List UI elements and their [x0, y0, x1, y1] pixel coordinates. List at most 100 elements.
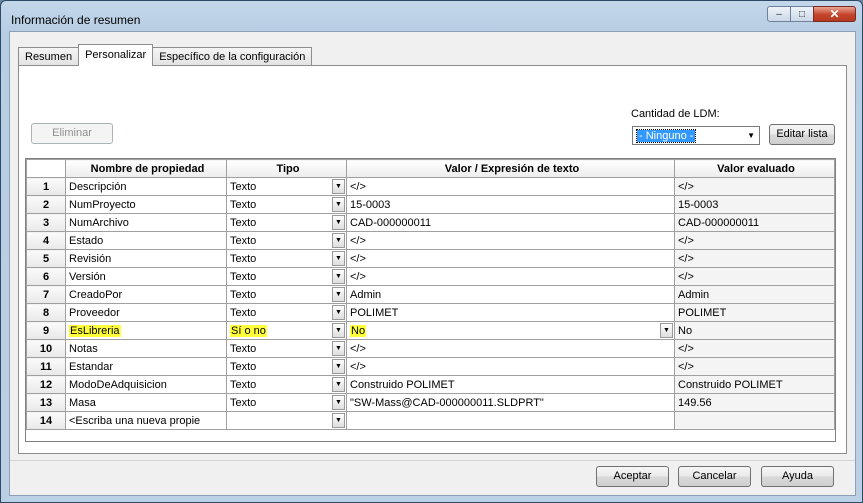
- property-type-select[interactable]: Texto ▼: [226, 357, 347, 376]
- property-name-cell[interactable]: NumProyecto: [65, 195, 227, 214]
- property-name-cell[interactable]: ModoDeAdquisicion: [65, 375, 227, 394]
- property-value-cell[interactable]: </>: [346, 249, 675, 268]
- table-row[interactable]: 6 Versión Texto ▼ </> </>: [26, 267, 835, 286]
- bom-quantity-select[interactable]: - Ninguno - ▼: [632, 126, 760, 145]
- table-row[interactable]: 5 Revisión Texto ▼ </> </>: [26, 249, 835, 268]
- row-number[interactable]: 14: [26, 411, 66, 430]
- property-value-cell[interactable]: Admin: [346, 285, 675, 304]
- property-name-cell[interactable]: NumArchivo: [65, 213, 227, 232]
- row-number[interactable]: 2: [26, 195, 66, 214]
- property-name-cell[interactable]: Estado: [65, 231, 227, 250]
- property-value-cell[interactable]: No ▼: [346, 321, 675, 340]
- row-number[interactable]: 3: [26, 213, 66, 232]
- chevron-down-icon[interactable]: ▼: [332, 287, 345, 302]
- property-type-select[interactable]: ▼: [226, 411, 347, 430]
- property-type-select[interactable]: Sí o no ▼: [226, 321, 347, 340]
- row-number[interactable]: 9: [26, 321, 66, 340]
- row-number[interactable]: 13: [26, 393, 66, 412]
- row-number[interactable]: 8: [26, 303, 66, 322]
- table-row[interactable]: 8 Proveedor Texto ▼ POLIMET POLIMET: [26, 303, 835, 322]
- property-type-select[interactable]: Texto ▼: [226, 285, 347, 304]
- property-name-cell[interactable]: Versión: [65, 267, 227, 286]
- column-header-value[interactable]: Valor / Expresión de texto: [346, 159, 675, 178]
- property-type-select[interactable]: Texto ▼: [226, 339, 347, 358]
- property-name-cell[interactable]: <Escriba una nueva propie: [65, 411, 227, 430]
- chevron-down-icon[interactable]: ▼: [332, 395, 345, 410]
- property-value-cell[interactable]: </>: [346, 339, 675, 358]
- property-type-select[interactable]: Texto ▼: [226, 177, 347, 196]
- chevron-down-icon[interactable]: ▼: [660, 323, 673, 338]
- table-row[interactable]: 3 NumArchivo Texto ▼ CAD-000000011 CAD-000000…: [26, 213, 835, 232]
- property-type-select[interactable]: Texto ▼: [226, 231, 347, 250]
- chevron-down-icon[interactable]: ▼: [332, 197, 345, 212]
- property-name-cell[interactable]: Estandar: [65, 357, 227, 376]
- property-name-cell[interactable]: Notas: [65, 339, 227, 358]
- property-type-select[interactable]: Texto ▼: [226, 249, 347, 268]
- table-row[interactable]: 11 Estandar Texto ▼ </> </>: [26, 357, 835, 376]
- chevron-down-icon[interactable]: ▼: [332, 233, 345, 248]
- row-number[interactable]: 6: [26, 267, 66, 286]
- help-button[interactable]: Ayuda: [761, 466, 834, 487]
- table-row[interactable]: 9 EsLibreria Sí o no ▼ No ▼ No: [26, 321, 835, 340]
- table-row[interactable]: 10 Notas Texto ▼ </> </>: [26, 339, 835, 358]
- tab-custom[interactable]: Personalizar: [78, 44, 154, 66]
- column-header-name[interactable]: Nombre de propiedad: [65, 159, 227, 178]
- tab-configuration-specific[interactable]: Específico de la configuración: [152, 47, 313, 66]
- property-type-select[interactable]: Texto ▼: [226, 375, 347, 394]
- property-type-select[interactable]: Texto ▼: [226, 267, 347, 286]
- property-value-cell[interactable]: POLIMET: [346, 303, 675, 322]
- property-value-cell[interactable]: Construido POLIMET: [346, 375, 675, 394]
- row-number[interactable]: 1: [26, 177, 66, 196]
- chevron-down-icon[interactable]: ▼: [332, 269, 345, 284]
- chevron-down-icon[interactable]: ▼: [332, 305, 345, 320]
- close-button[interactable]: ✕: [813, 6, 856, 22]
- tab-summary[interactable]: Resumen: [18, 47, 80, 66]
- table-row[interactable]: 14 <Escriba una nueva propie ▼: [26, 411, 835, 430]
- chevron-down-icon[interactable]: ▼: [332, 413, 345, 428]
- chevron-down-icon[interactable]: ▼: [332, 215, 345, 230]
- chevron-down-icon[interactable]: ▼: [332, 359, 345, 374]
- property-value-cell[interactable]: "SW-Mass@CAD-000000011.SLDPRT": [346, 393, 675, 412]
- property-value-cell[interactable]: CAD-000000011: [346, 213, 675, 232]
- chevron-down-icon[interactable]: ▼: [332, 179, 345, 194]
- property-name-cell[interactable]: Masa: [65, 393, 227, 412]
- property-name-cell[interactable]: EsLibreria: [65, 321, 227, 340]
- table-row[interactable]: 1 Descripción Texto ▼ </> </>: [26, 177, 835, 196]
- property-type-select[interactable]: Texto ▼: [226, 393, 347, 412]
- row-number[interactable]: 5: [26, 249, 66, 268]
- table-row[interactable]: 12 ModoDeAdquisicion Texto ▼ Construido POLI…: [26, 375, 835, 394]
- property-value-cell[interactable]: [346, 411, 675, 430]
- row-number[interactable]: 7: [26, 285, 66, 304]
- property-type-select[interactable]: Texto ▼: [226, 213, 347, 232]
- table-row[interactable]: 2 NumProyecto Texto ▼ 15-0003 15-0003: [26, 195, 835, 214]
- property-value-cell[interactable]: </>: [346, 231, 675, 250]
- delete-button[interactable]: Eliminar: [31, 123, 113, 144]
- cancel-button[interactable]: Cancelar: [678, 466, 751, 487]
- property-name-cell[interactable]: Revisión: [65, 249, 227, 268]
- property-value-cell[interactable]: </>: [346, 267, 675, 286]
- table-row[interactable]: 4 Estado Texto ▼ </> </>: [26, 231, 835, 250]
- property-value-cell[interactable]: </>: [346, 177, 675, 196]
- property-name-cell[interactable]: Proveedor: [65, 303, 227, 322]
- chevron-down-icon[interactable]: ▼: [332, 377, 345, 392]
- row-number[interactable]: 10: [26, 339, 66, 358]
- row-number[interactable]: 11: [26, 357, 66, 376]
- minimize-button[interactable]: –: [767, 6, 791, 22]
- chevron-down-icon[interactable]: ▼: [332, 323, 345, 338]
- table-row[interactable]: 13 Masa Texto ▼ "SW-Mass@CAD-000000011.SLDPR…: [26, 393, 835, 412]
- property-type-select[interactable]: Texto ▼: [226, 303, 347, 322]
- column-header-evaluated[interactable]: Valor evaluado: [674, 159, 835, 178]
- row-number[interactable]: 4: [26, 231, 66, 250]
- chevron-down-icon[interactable]: ▼: [332, 251, 345, 266]
- ok-button[interactable]: Aceptar: [596, 466, 669, 487]
- property-name-cell[interactable]: Descripción: [65, 177, 227, 196]
- maximize-button[interactable]: □: [790, 6, 814, 22]
- property-type-select[interactable]: Texto ▼: [226, 195, 347, 214]
- table-row[interactable]: 7 CreadoPor Texto ▼ Admin Admin: [26, 285, 835, 304]
- chevron-down-icon[interactable]: ▼: [332, 341, 345, 356]
- column-header-type[interactable]: Tipo: [226, 159, 347, 178]
- property-value-cell[interactable]: </>: [346, 357, 675, 376]
- property-name-cell[interactable]: CreadoPor: [65, 285, 227, 304]
- property-value-cell[interactable]: 15-0003: [346, 195, 675, 214]
- edit-list-button[interactable]: Editar lista: [769, 124, 835, 145]
